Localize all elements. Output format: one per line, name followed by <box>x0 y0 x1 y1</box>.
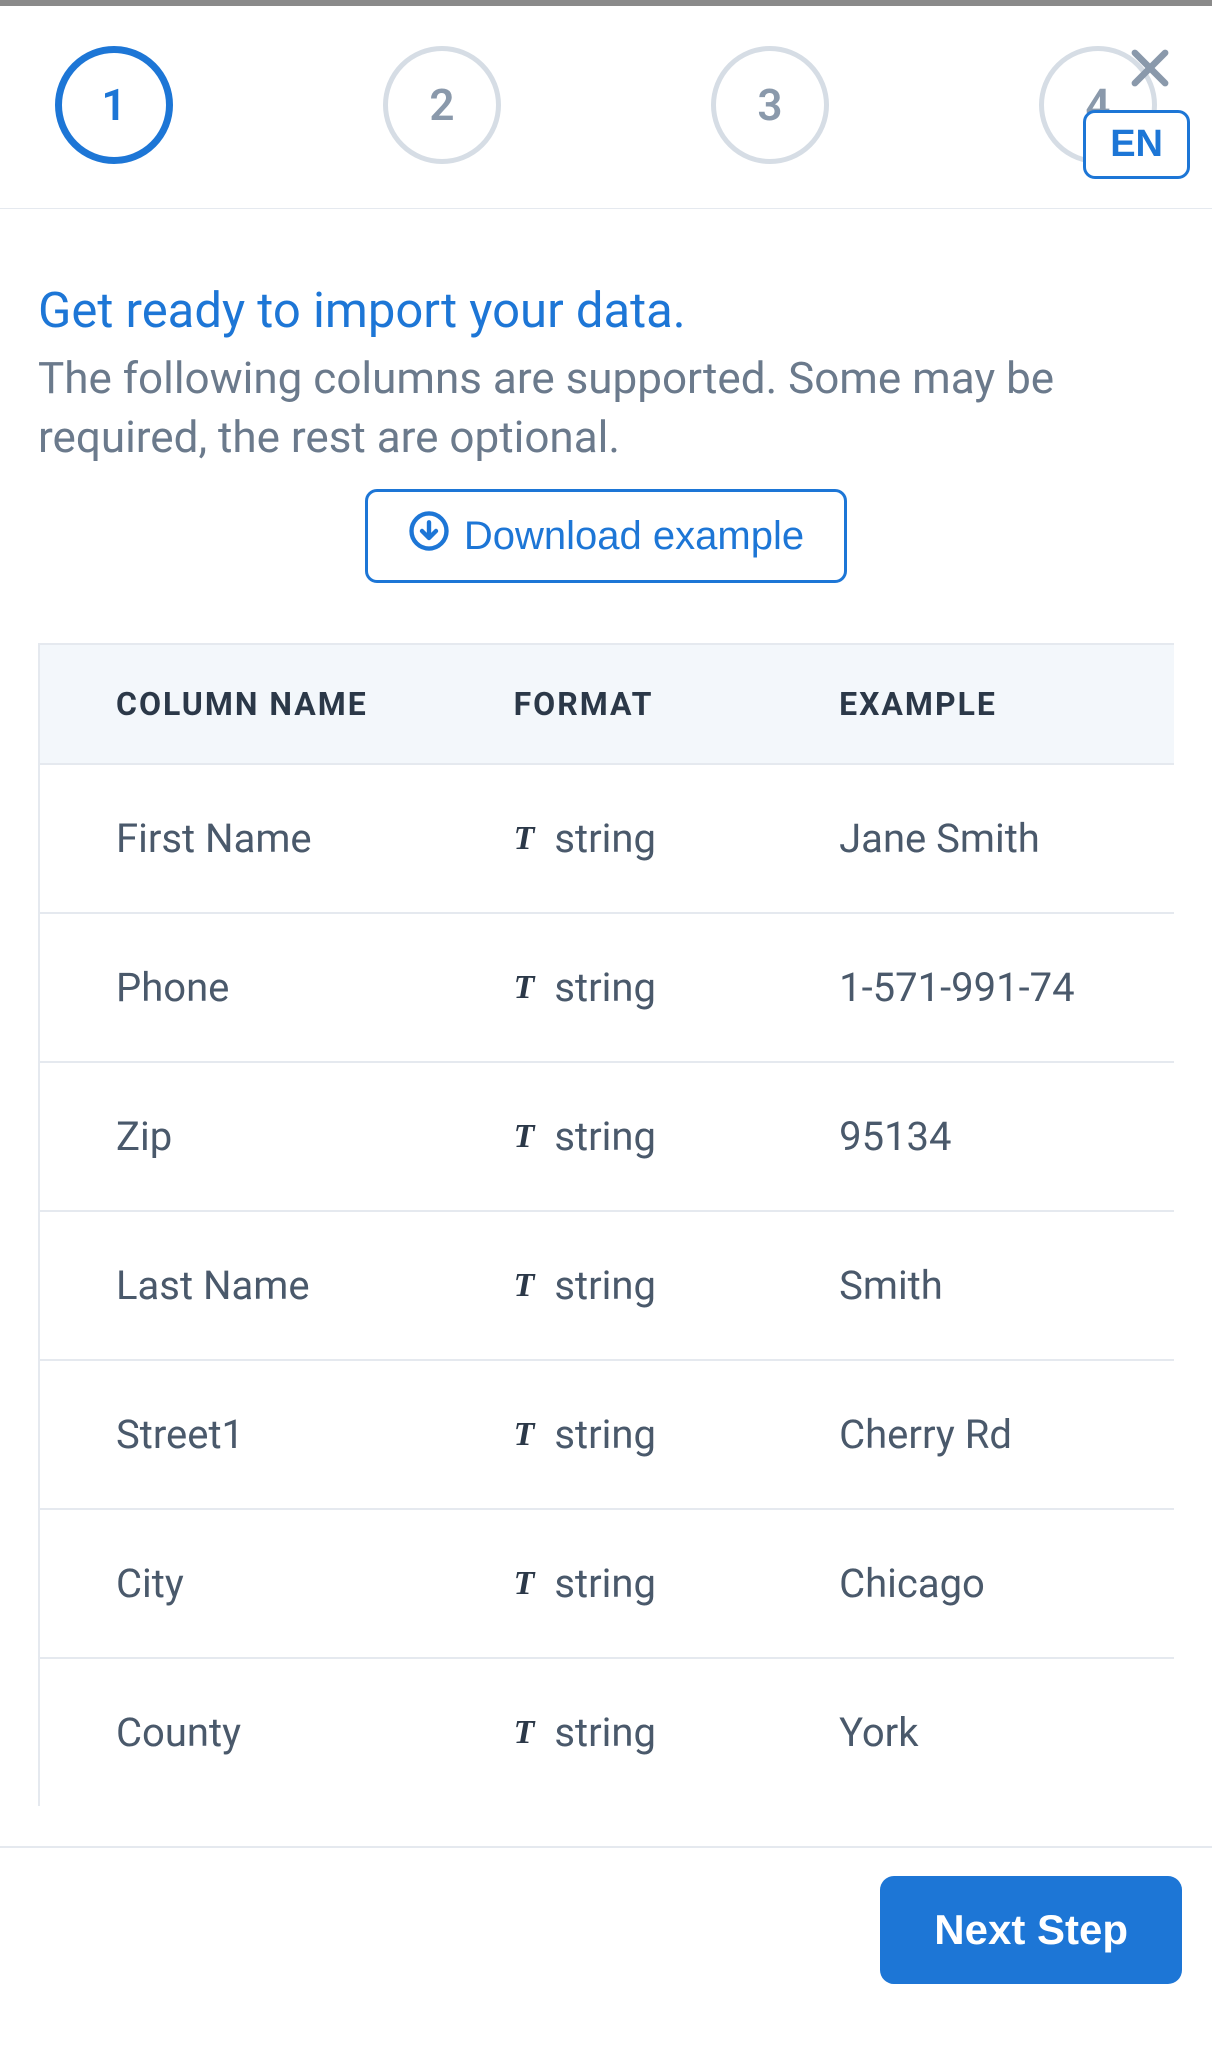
cell-format: T string <box>494 1211 812 1360</box>
format-label: string <box>554 1709 656 1756</box>
language-button[interactable]: EN <box>1083 110 1190 179</box>
footer: Next Step <box>0 1846 1212 2024</box>
stepper: 1 2 3 4 <box>55 46 1157 164</box>
columns-table-wrap: COLUMN NAME FORMAT EXAMPLE First Name T … <box>38 643 1174 1806</box>
table-row: Phone T string 1-571-991-74 <box>40 913 1174 1062</box>
table-row: Last Name T string Smith <box>40 1211 1174 1360</box>
download-icon <box>408 510 450 562</box>
stepper-header: 1 2 3 4 EN <box>0 6 1212 209</box>
cell-column-name: First Name <box>40 764 494 913</box>
text-type-icon: T <box>514 820 535 858</box>
cell-example: 1-571-991-74 <box>811 913 1174 1062</box>
cell-column-name: Phone <box>40 913 494 1062</box>
page-subtitle: The following columns are supported. Som… <box>38 349 1174 468</box>
table-row: Street1 T string Cherry Rd <box>40 1360 1174 1509</box>
format-label: string <box>554 1113 656 1160</box>
step-3[interactable]: 3 <box>711 46 829 164</box>
table-row: City T string Chicago <box>40 1509 1174 1658</box>
table-row: County T string York <box>40 1658 1174 1806</box>
cell-format: T string <box>494 1062 812 1211</box>
header-example: EXAMPLE <box>811 645 1174 764</box>
cell-format: T string <box>494 1509 812 1658</box>
cell-format: T string <box>494 764 812 913</box>
text-type-icon: T <box>514 969 535 1007</box>
cell-example: York <box>811 1658 1174 1806</box>
page-title: Get ready to import your data. <box>38 279 1174 343</box>
cell-format: T string <box>494 1658 812 1806</box>
cell-column-name: Zip <box>40 1062 494 1211</box>
cell-example: Cherry Rd <box>811 1360 1174 1509</box>
cell-example: Jane Smith <box>811 764 1174 913</box>
download-example-button[interactable]: Download example <box>365 489 847 583</box>
text-type-icon: T <box>514 1416 535 1454</box>
cell-example: 95134 <box>811 1062 1174 1211</box>
table-body: First Name T string Jane Smith Phone T <box>40 764 1174 1806</box>
cell-column-name: City <box>40 1509 494 1658</box>
cell-format: T string <box>494 1360 812 1509</box>
header-column-name: COLUMN NAME <box>40 645 494 764</box>
cell-example: Chicago <box>811 1509 1174 1658</box>
close-icon[interactable] <box>1124 42 1176 98</box>
format-label: string <box>554 1560 656 1607</box>
cell-column-name: Street1 <box>40 1360 494 1509</box>
cell-format: T string <box>494 913 812 1062</box>
format-label: string <box>554 1262 656 1309</box>
text-type-icon: T <box>514 1714 535 1752</box>
next-step-button[interactable]: Next Step <box>880 1876 1182 1984</box>
content-area: Get ready to import your data. The follo… <box>0 209 1212 1846</box>
download-example-label: Download example <box>464 514 804 559</box>
header-format: FORMAT <box>494 645 812 764</box>
columns-table: COLUMN NAME FORMAT EXAMPLE First Name T … <box>40 645 1174 1806</box>
table-header-row: COLUMN NAME FORMAT EXAMPLE <box>40 645 1174 764</box>
table-row: First Name T string Jane Smith <box>40 764 1174 913</box>
cell-column-name: Last Name <box>40 1211 494 1360</box>
table-row: Zip T string 95134 <box>40 1062 1174 1211</box>
download-wrap: Download example <box>38 489 1174 583</box>
cell-column-name: County <box>40 1658 494 1806</box>
step-2[interactable]: 2 <box>383 46 501 164</box>
format-label: string <box>554 964 656 1011</box>
text-type-icon: T <box>514 1267 535 1305</box>
text-type-icon: T <box>514 1118 535 1156</box>
step-1[interactable]: 1 <box>55 46 173 164</box>
format-label: string <box>554 1411 656 1458</box>
format-label: string <box>554 815 656 862</box>
cell-example: Smith <box>811 1211 1174 1360</box>
text-type-icon: T <box>514 1565 535 1603</box>
